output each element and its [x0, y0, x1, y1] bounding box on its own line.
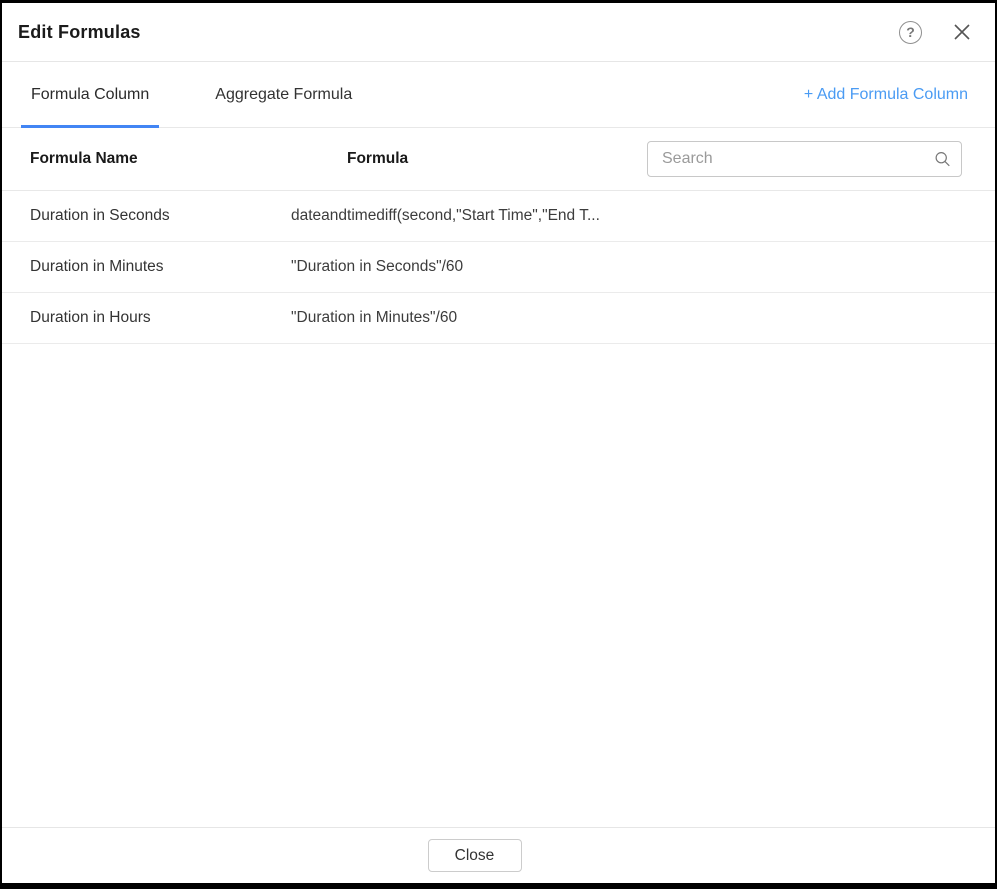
tab-formula-column[interactable]: Formula Column — [21, 62, 159, 127]
dialog-footer: Close — [2, 827, 995, 883]
help-icon-glyph: ? — [906, 24, 915, 40]
tab-bar: Formula Column Aggregate Formula + Add F… — [2, 62, 995, 128]
table-row[interactable]: Duration in Hours "Duration in Minutes"/… — [2, 293, 995, 344]
add-formula-column-link[interactable]: + Add Formula Column — [804, 62, 968, 127]
formula-name-cell: Duration in Minutes — [2, 258, 291, 276]
empty-body-area — [2, 344, 995, 827]
page-title: Edit Formulas — [18, 22, 141, 43]
formula-cell: "Duration in Minutes"/60 — [291, 309, 995, 327]
tabbar-spacer — [362, 62, 804, 127]
dialog-header: Edit Formulas ? — [2, 3, 995, 62]
column-header-formula: Formula — [347, 150, 408, 168]
column-header-formula-name: Formula Name — [30, 150, 138, 168]
tab-formula-column-label: Formula Column — [31, 86, 149, 104]
search-input[interactable] — [647, 141, 962, 177]
table-row[interactable]: Duration in Seconds dateandtimediff(seco… — [2, 191, 995, 242]
formula-name-cell: Duration in Seconds — [2, 207, 291, 225]
help-icon[interactable]: ? — [899, 21, 922, 44]
search-box — [647, 141, 962, 177]
edit-formulas-dialog: Edit Formulas ? Formula Column Aggregate… — [0, 0, 997, 889]
close-button[interactable]: Close — [428, 839, 522, 872]
table-row[interactable]: Duration in Minutes "Duration in Seconds… — [2, 242, 995, 293]
tab-aggregate-formula-label: Aggregate Formula — [215, 86, 352, 104]
table-header-row: Formula Name Formula — [2, 128, 995, 191]
close-icon[interactable] — [951, 21, 973, 43]
formula-name-cell: Duration in Hours — [2, 309, 291, 327]
formula-cell: dateandtimediff(second,"Start Time","End… — [291, 207, 995, 225]
formula-cell: "Duration in Seconds"/60 — [291, 258, 995, 276]
tab-aggregate-formula[interactable]: Aggregate Formula — [205, 62, 362, 127]
